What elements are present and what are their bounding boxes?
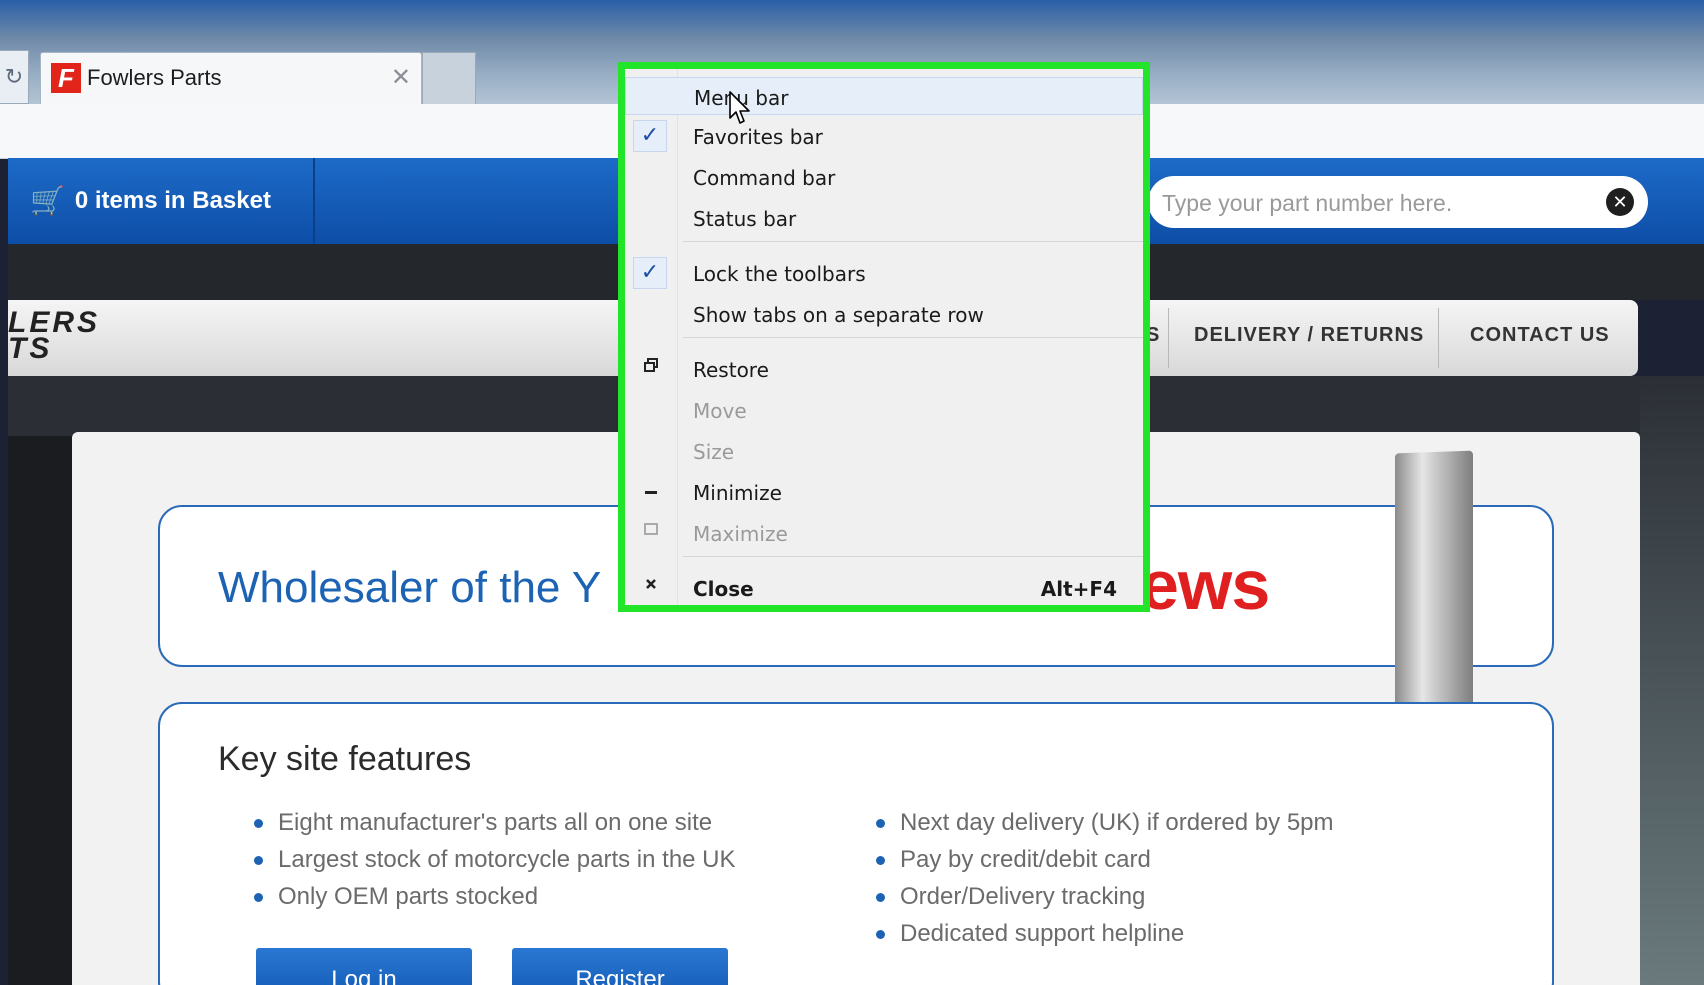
part-number-search-input[interactable] xyxy=(1160,185,1584,221)
tab-close-icon[interactable]: ✕ xyxy=(391,63,411,92)
search-box: ✕ xyxy=(1148,176,1648,228)
key-features-box: Key site features Eight manufacturer's p… xyxy=(158,702,1554,985)
minimize-icon xyxy=(639,479,663,503)
cart-icon: 🛒 xyxy=(30,185,65,216)
site-logo[interactable]: LERS TS xyxy=(8,308,100,365)
checkmark-icon: ✓ xyxy=(633,120,667,152)
divider xyxy=(313,158,315,244)
tab-title: Fowlers Parts xyxy=(87,65,222,90)
menu-item-label: Restore xyxy=(693,358,769,382)
list-item: Order/Delivery tracking xyxy=(872,878,1334,915)
menu-separator xyxy=(683,241,1143,242)
menu-item-label: Status bar xyxy=(693,207,797,231)
basket-text: 0 items in Basket xyxy=(74,187,271,214)
basket-link[interactable]: 🛒 0 items in Basket xyxy=(30,184,271,217)
mouse-cursor-icon xyxy=(729,91,750,124)
toolbar-context-menu: Menu bar ✓ Favorites bar Command bar Sta… xyxy=(618,62,1150,612)
menu-separator xyxy=(683,337,1143,338)
menu-item-shortcut: Alt+F4 xyxy=(1040,577,1117,601)
menu-item-restore[interactable]: Restore xyxy=(625,350,1143,388)
menu-item-maximize: Maximize xyxy=(625,514,1143,552)
menu-item-command-bar[interactable]: Command bar xyxy=(625,158,1143,196)
wholesaler-heading: Wholesaler of the Y xyxy=(218,563,602,612)
browser-tab-fowlers[interactable]: F Fowlers Parts ✕ xyxy=(40,52,422,105)
news-logo-text: ews xyxy=(1140,546,1270,624)
menu-item-label: Command bar xyxy=(693,166,836,190)
menu-item-move: Move xyxy=(625,391,1143,429)
menu-item-show-tabs-separate-row[interactable]: Show tabs on a separate row xyxy=(625,295,1143,333)
menu-item-label: Maximize xyxy=(693,522,788,546)
left-sidebar-strip xyxy=(8,436,72,985)
maximize-icon xyxy=(639,520,663,544)
menu-item-label: Lock the toolbars xyxy=(693,262,866,286)
search-clear-icon[interactable]: ✕ xyxy=(1606,188,1634,216)
list-item: Largest stock of motorcycle parts in the… xyxy=(250,841,736,878)
list-item: Only OEM parts stocked xyxy=(250,878,736,915)
restore-icon xyxy=(639,356,663,380)
nav-item-contact-us[interactable]: CONTACT US xyxy=(1470,324,1610,347)
nav-item-delivery-returns[interactable]: DELIVERY / RETURNS xyxy=(1194,324,1424,347)
menu-item-label: Close xyxy=(693,577,754,601)
menu-item-label: Move xyxy=(693,399,747,423)
menu-item-label: Show tabs on a separate row xyxy=(693,303,984,327)
features-title: Key site features xyxy=(218,740,472,778)
favicon-icon: F xyxy=(51,63,81,93)
list-item: Next day delivery (UK) if ordered by 5pm xyxy=(872,804,1334,841)
nav-separator xyxy=(1168,308,1169,368)
register-button[interactable]: Register xyxy=(512,948,728,985)
features-list-right: Next day delivery (UK) if ordered by 5pm… xyxy=(872,804,1334,952)
nav-separator xyxy=(1438,308,1439,368)
menu-item-lock-toolbars[interactable]: ✓ Lock the toolbars xyxy=(625,254,1143,292)
menu-separator xyxy=(683,556,1143,557)
list-item: Eight manufacturer's parts all on one si… xyxy=(250,804,736,841)
login-button[interactable]: Log in xyxy=(256,948,472,985)
menu-item-label: Favorites bar xyxy=(693,125,823,149)
menu-item-favorites-bar[interactable]: ✓ Favorites bar xyxy=(625,117,1143,155)
list-item: Dedicated support helpline xyxy=(872,915,1334,952)
menu-item-status-bar[interactable]: Status bar xyxy=(625,199,1143,237)
list-item: Pay by credit/debit card xyxy=(872,841,1334,878)
right-background xyxy=(1640,376,1704,985)
close-icon xyxy=(639,575,663,599)
menu-item-minimize[interactable]: Minimize xyxy=(625,473,1143,511)
menu-item-label: Size xyxy=(693,440,735,464)
menu-item-menu-bar[interactable]: Menu bar xyxy=(625,77,1143,115)
refresh-icon[interactable]: ↻ xyxy=(0,50,29,104)
menu-item-close[interactable]: Close Alt+F4 xyxy=(625,569,1143,607)
new-tab-button[interactable] xyxy=(422,52,476,105)
menu-item-label: Minimize xyxy=(693,481,782,505)
features-list-left: Eight manufacturer's parts all on one si… xyxy=(250,804,736,915)
checkmark-icon: ✓ xyxy=(633,257,667,289)
menu-item-size: Size xyxy=(625,432,1143,470)
logo-line-2: TS xyxy=(8,332,53,365)
